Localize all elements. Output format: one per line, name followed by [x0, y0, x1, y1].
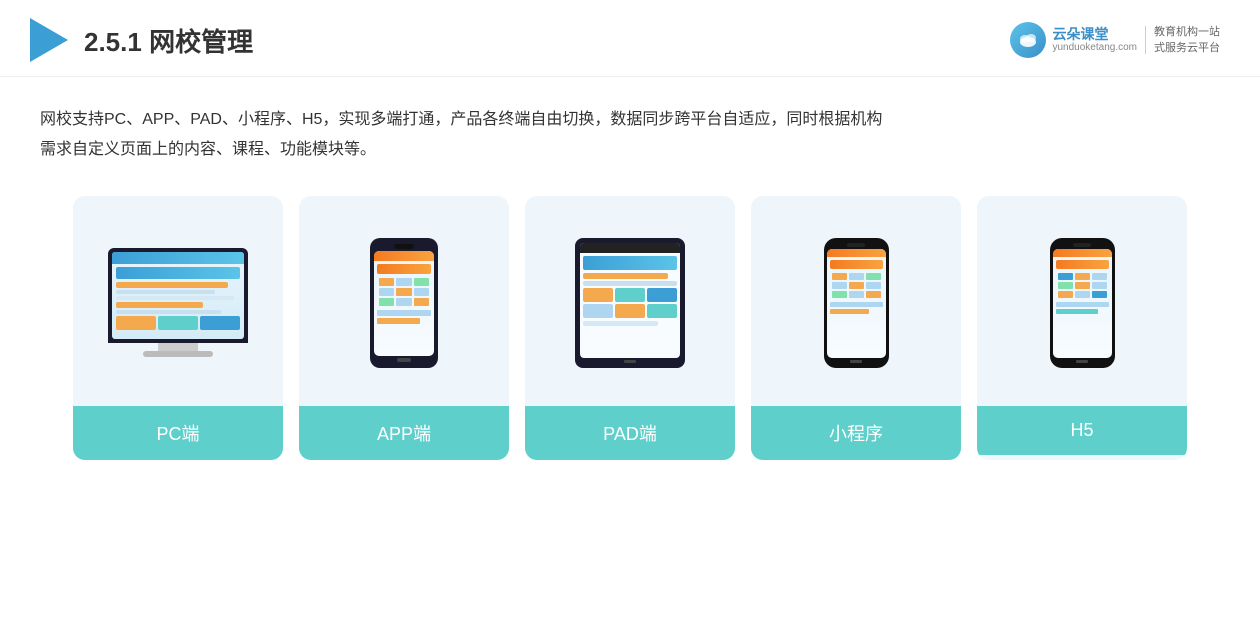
pc-base [143, 351, 213, 357]
brand-icon [1010, 22, 1046, 58]
pc-mockup [108, 248, 248, 357]
h5-label: H5 [977, 406, 1187, 455]
pad-mockup [575, 238, 685, 368]
app-image-area [299, 196, 509, 406]
pc-label: PC端 [73, 406, 283, 460]
page-title: 2.5.1 网校管理 [84, 22, 253, 59]
pad-screen [580, 243, 680, 358]
header: 2.5.1 网校管理 云朵课堂 yunduoketang.com [0, 0, 1260, 77]
device-card-app: APP端 [299, 196, 509, 460]
pad-home-btn [624, 360, 636, 363]
pc-stand [158, 343, 198, 351]
header-left: 2.5.1 网校管理 [30, 18, 253, 62]
pc-image-area [73, 196, 283, 406]
logo-triangle-icon [30, 18, 68, 62]
device-cards-section: PC端 [0, 166, 1260, 480]
h5-image-area [977, 196, 1187, 406]
pad-image-area [525, 196, 735, 406]
header-right: 云朵课堂 yunduoketang.com 教育机构一站 式服务云平台 [1010, 22, 1220, 58]
pc-screen-outer [108, 248, 248, 343]
h5-phone-notch [1073, 243, 1091, 247]
mini-phone-screen [827, 249, 886, 358]
phone-home-btn [397, 358, 411, 362]
brand-text: 云朵课堂 yunduoketang.com [1052, 26, 1137, 55]
h5-phone-screen [1053, 249, 1112, 358]
pad-label: PAD端 [525, 406, 735, 460]
app-label: APP端 [299, 406, 509, 460]
app-phone-mockup [370, 238, 438, 368]
h5-phone-home-btn [1076, 360, 1088, 363]
h5-phone-mockup [1050, 238, 1115, 368]
miniprogram-label: 小程序 [751, 406, 961, 460]
phone-screen [374, 251, 434, 356]
mini-phone-home-btn [850, 360, 862, 363]
miniprogram-phone-mockup [824, 238, 889, 368]
description: 网校支持PC、APP、PAD、小程序、H5，实现多端打通，产品各终端自由切换，数… [0, 77, 1260, 166]
device-card-h5: H5 [977, 196, 1187, 460]
device-card-pc: PC端 [73, 196, 283, 460]
device-card-miniprogram: 小程序 [751, 196, 961, 460]
page-container: 2.5.1 网校管理 云朵课堂 yunduoketang.com [0, 0, 1260, 630]
phone-notch [394, 244, 414, 249]
brand-divider [1145, 26, 1146, 54]
miniprogram-image-area [751, 196, 961, 406]
device-card-pad: PAD端 [525, 196, 735, 460]
brand-slogan: 教育机构一站 式服务云平台 [1154, 24, 1220, 57]
brand-logo: 云朵课堂 yunduoketang.com [1010, 22, 1137, 58]
pc-screen-inner [112, 252, 244, 339]
mini-phone-notch [847, 243, 865, 247]
